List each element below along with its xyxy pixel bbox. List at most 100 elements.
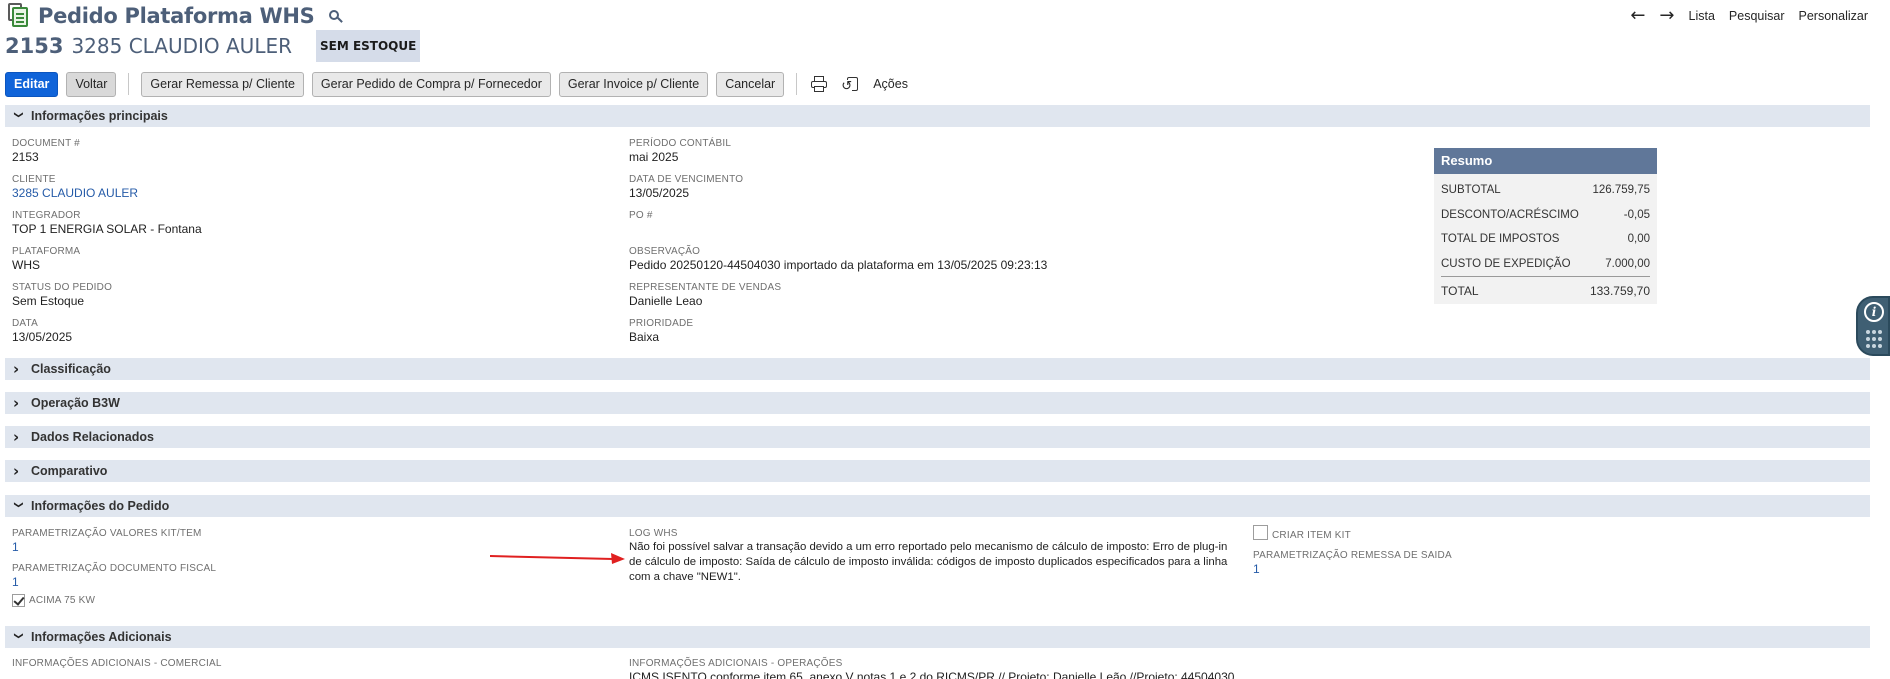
summary-row: CUSTO DE EXPEDIÇÃO 7.000,00 xyxy=(1441,252,1650,277)
help-widget[interactable]: i xyxy=(1856,296,1890,356)
above-75kw-checkbox[interactable] xyxy=(12,594,25,607)
chevron-down-icon: ❯ xyxy=(13,632,23,640)
section-additional-info[interactable]: ❯ Informações Adicionais xyxy=(5,626,1870,648)
field-label: DATA xyxy=(12,318,38,329)
chevron-down-icon: ❯ xyxy=(13,501,23,509)
shipment-param-link[interactable]: 1 xyxy=(1253,562,1452,577)
field-value: Pedido 20250120-44504030 importado da pl… xyxy=(629,258,1048,272)
summary-value: 126.759,75 xyxy=(1592,184,1650,197)
grid-dots-icon[interactable] xyxy=(1866,330,1882,350)
field-value: 13/05/2025 xyxy=(629,186,690,200)
fiscal-doc-param-field: PARAMETRIZAÇÃO DOCUMENTO FISCAL 1 xyxy=(12,562,216,590)
back-button[interactable]: Voltar xyxy=(66,71,117,97)
document-field: DOCUMENT # 2153 xyxy=(12,137,80,165)
toolbar-divider xyxy=(796,73,798,95)
summary-total-row: TOTAL 133.759,70 xyxy=(1441,276,1650,304)
chevron-right-icon: › xyxy=(13,360,20,378)
record-navigation: ← → Lista Pesquisar Personalizar xyxy=(1630,7,1868,25)
create-kit-item-checkbox[interactable] xyxy=(1253,525,1268,540)
make-copy-icon[interactable]: ↺ xyxy=(841,74,861,94)
checkbox-label: ACIMA 75 KW xyxy=(29,595,96,606)
kit-values-param-link[interactable]: 1 xyxy=(12,540,202,555)
above-75kw-field: ACIMA 75 KW xyxy=(12,594,95,607)
field-value: 13/05/2025 xyxy=(12,330,73,344)
chevron-right-icon: › xyxy=(13,462,20,480)
summary-label: TOTAL DE IMPOSTOS xyxy=(1441,233,1560,246)
info-icon[interactable]: i xyxy=(1864,302,1884,322)
summary-value: -0,05 xyxy=(1623,208,1650,221)
annotation-arrow-icon xyxy=(490,553,625,564)
create-kit-item-field: CRIAR ITEM KIT xyxy=(1253,524,1351,541)
search-icon[interactable] xyxy=(326,7,344,25)
edit-button[interactable]: Editar xyxy=(5,71,59,97)
additional-operations-field: INFORMAÇÕES ADICIONAIS - OPERAÇÕES ICMS … xyxy=(629,657,1234,679)
section-title: Dados Relacionados xyxy=(31,430,154,444)
customer-link[interactable]: 3285 CLAUDIO AULER xyxy=(12,186,138,201)
field-value: mai 2025 xyxy=(629,150,679,164)
actions-menu[interactable]: Ações xyxy=(873,77,908,91)
section-title: Informações do Pedido xyxy=(31,499,170,513)
section-title: Informações Adicionais xyxy=(31,630,172,644)
summary-title: Resumo xyxy=(1434,148,1657,174)
summary-value: 7.000,00 xyxy=(1605,257,1650,270)
field-value: Danielle Leao xyxy=(629,294,703,308)
section-classification[interactable]: › Classificação xyxy=(5,358,1870,380)
field-value: WHS xyxy=(12,258,40,272)
section-comparative[interactable]: › Comparativo xyxy=(5,460,1870,482)
action-toolbar: Editar Voltar Gerar Remessa p/ Cliente G… xyxy=(5,71,908,97)
field-value: 2153 xyxy=(12,150,39,164)
chevron-right-icon: › xyxy=(13,394,20,412)
field-label: INFORMAÇÕES ADICIONAIS - COMERCIAL xyxy=(12,658,222,669)
section-main-info[interactable]: ❯ Informações principais xyxy=(5,105,1870,127)
cancel-button[interactable]: Cancelar xyxy=(716,71,785,97)
record-type-icon xyxy=(6,3,30,29)
log-line: Não foi possível salvar a transação devi… xyxy=(629,541,1228,553)
title-row: Pedido Plataforma WHS xyxy=(6,2,344,30)
summary-row: TOTAL DE IMPOSTOS 0,00 xyxy=(1441,227,1650,252)
section-operation-b3w[interactable]: › Operação B3W xyxy=(5,392,1870,414)
list-link[interactable]: Lista xyxy=(1689,9,1715,23)
field-label: INTEGRADOR xyxy=(12,210,81,221)
field-value: TOP 1 ENERGIA SOLAR - Fontana xyxy=(12,222,202,236)
section-title: Informações principais xyxy=(31,109,168,123)
record-subtitle: 2153 3285 CLAUDIO AULER SEM ESTOQUE xyxy=(5,30,421,62)
log-whs-field: LOG WHS Não foi possível salvar a transa… xyxy=(629,527,1239,585)
summary-box: Resumo SUBTOTAL 126.759,75 DESCONTO/ACRÉ… xyxy=(1434,148,1657,304)
summary-total-label: TOTAL xyxy=(1441,283,1479,298)
field-label: OBSERVAÇÃO xyxy=(629,246,701,257)
field-label: LOG WHS xyxy=(629,528,678,539)
record-header: Pedido Plataforma WHS 2153 3285 CLAUDIO … xyxy=(0,0,1890,64)
customer-field: CLIENTE 3285 CLAUDIO AULER xyxy=(12,173,138,201)
chevron-down-icon: ❯ xyxy=(13,111,23,119)
fiscal-doc-param-link[interactable]: 1 xyxy=(12,575,216,590)
generate-invoice-button[interactable]: Gerar Invoice p/ Cliente xyxy=(558,71,709,97)
status-badge: SEM ESTOQUE xyxy=(316,30,421,62)
next-record-arrow-icon[interactable]: → xyxy=(1659,7,1674,25)
field-value: Sem Estoque xyxy=(12,294,85,308)
section-title: Operação B3W xyxy=(31,396,120,410)
field-label: STATUS DO PEDIDO xyxy=(12,282,113,293)
chevron-right-icon: › xyxy=(13,428,20,446)
field-label: DATA DE VENCIMENTO xyxy=(629,174,744,185)
customize-link[interactable]: Personalizar xyxy=(1799,9,1868,23)
field-label: INFORMAÇÕES ADICIONAIS - OPERAÇÕES xyxy=(629,658,843,669)
integrator-field: INTEGRADOR TOP 1 ENERGIA SOLAR - Fontana xyxy=(12,209,202,237)
summary-label: CUSTO DE EXPEDIÇÃO xyxy=(1441,257,1571,270)
platform-field: PLATAFORMA WHS xyxy=(12,245,80,273)
section-related-data[interactable]: › Dados Relacionados xyxy=(5,426,1870,448)
summary-label: DESCONTO/ACRÉSCIMO xyxy=(1441,208,1579,221)
order-status-field: STATUS DO PEDIDO Sem Estoque xyxy=(12,281,112,309)
accounting-period-field: PERÍODO CONTÁBIL mai 2025 xyxy=(629,137,731,165)
generate-shipment-button[interactable]: Gerar Remessa p/ Cliente xyxy=(141,71,304,97)
summary-value: 0,00 xyxy=(1627,233,1650,246)
section-order-info[interactable]: ❯ Informações do Pedido xyxy=(5,495,1870,517)
field-label: PO # xyxy=(629,210,653,221)
generate-purchase-order-button[interactable]: Gerar Pedido de Compra p/ Fornecedor xyxy=(311,71,551,97)
previous-record-arrow-icon[interactable]: ← xyxy=(1630,7,1645,25)
search-link[interactable]: Pesquisar xyxy=(1729,9,1785,23)
record-customer: 3285 CLAUDIO AULER xyxy=(71,34,292,58)
checkbox-label: CRIAR ITEM KIT xyxy=(1272,530,1351,541)
field-label: PRIORIDADE xyxy=(629,318,694,329)
observation-field: OBSERVAÇÃO Pedido 20250120-44504030 impo… xyxy=(629,245,1047,273)
print-icon[interactable] xyxy=(809,74,829,94)
